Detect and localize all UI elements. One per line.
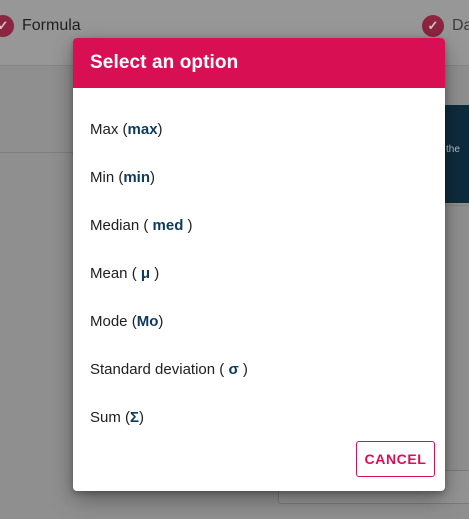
option-label: Median xyxy=(90,216,140,234)
option-label: Sum xyxy=(90,408,121,426)
option-label: Min xyxy=(90,168,115,186)
dialog-title: Select an option xyxy=(90,52,239,73)
option-label: Standard deviation xyxy=(90,360,216,378)
option-paren-open: ( xyxy=(139,216,153,234)
page: ✓ Formula ✓ Da the Select an option Max … xyxy=(0,0,469,519)
option-paren-close: ) xyxy=(157,120,163,138)
option-mean[interactable]: Mean ( μ ) xyxy=(73,249,445,297)
option-median[interactable]: Median ( med ) xyxy=(73,201,445,249)
option-paren-close: ) xyxy=(150,168,156,186)
cancel-button[interactable]: CANCEL xyxy=(356,441,435,477)
step-label: Da xyxy=(452,17,469,34)
option-symbol: σ xyxy=(228,360,239,378)
select-option-dialog: Select an option Max (max) Min (min) Med… xyxy=(73,38,445,491)
option-max[interactable]: Max (max) xyxy=(73,105,445,153)
option-label: Mode xyxy=(90,312,128,330)
option-paren-close: ) xyxy=(238,360,248,378)
option-symbol: μ xyxy=(140,264,151,282)
option-symbol: Σ xyxy=(130,408,140,426)
option-list: Max (max) Min (min) Median ( med ) Mean … xyxy=(73,88,445,441)
step-data: ✓ Da xyxy=(422,15,469,37)
check-icon: ✓ xyxy=(0,15,14,37)
option-symbol: min xyxy=(123,168,151,186)
option-symbol: max xyxy=(127,120,158,138)
background-panel-text: the xyxy=(446,144,460,155)
option-paren-open: ( xyxy=(215,360,229,378)
option-min[interactable]: Min (min) xyxy=(73,153,445,201)
option-paren-open: ( xyxy=(120,408,131,426)
option-paren-open: ( xyxy=(114,168,124,186)
option-paren-open: ( xyxy=(127,312,137,330)
option-paren-close: ) xyxy=(139,408,145,426)
option-label: Mean xyxy=(90,264,128,282)
option-sum[interactable]: Sum (Σ) xyxy=(73,393,445,441)
dialog-header: Select an option xyxy=(73,38,445,88)
step-formula: ✓ Formula xyxy=(0,15,81,37)
step-label: Formula xyxy=(22,17,81,34)
option-paren-open: ( xyxy=(127,264,141,282)
option-paren-close: ) xyxy=(150,264,160,282)
option-standard-deviation[interactable]: Standard deviation ( σ ) xyxy=(73,345,445,393)
background-divider xyxy=(442,205,469,206)
background-divider xyxy=(0,152,75,153)
option-label: Max xyxy=(90,120,119,138)
option-paren-open: ( xyxy=(118,120,128,138)
option-paren-close: ) xyxy=(158,312,164,330)
option-paren-close: ) xyxy=(183,216,193,234)
option-symbol: Mo xyxy=(136,312,159,330)
option-mode[interactable]: Mode (Mo) xyxy=(73,297,445,345)
check-icon: ✓ xyxy=(422,15,444,37)
option-symbol: med xyxy=(152,216,184,234)
